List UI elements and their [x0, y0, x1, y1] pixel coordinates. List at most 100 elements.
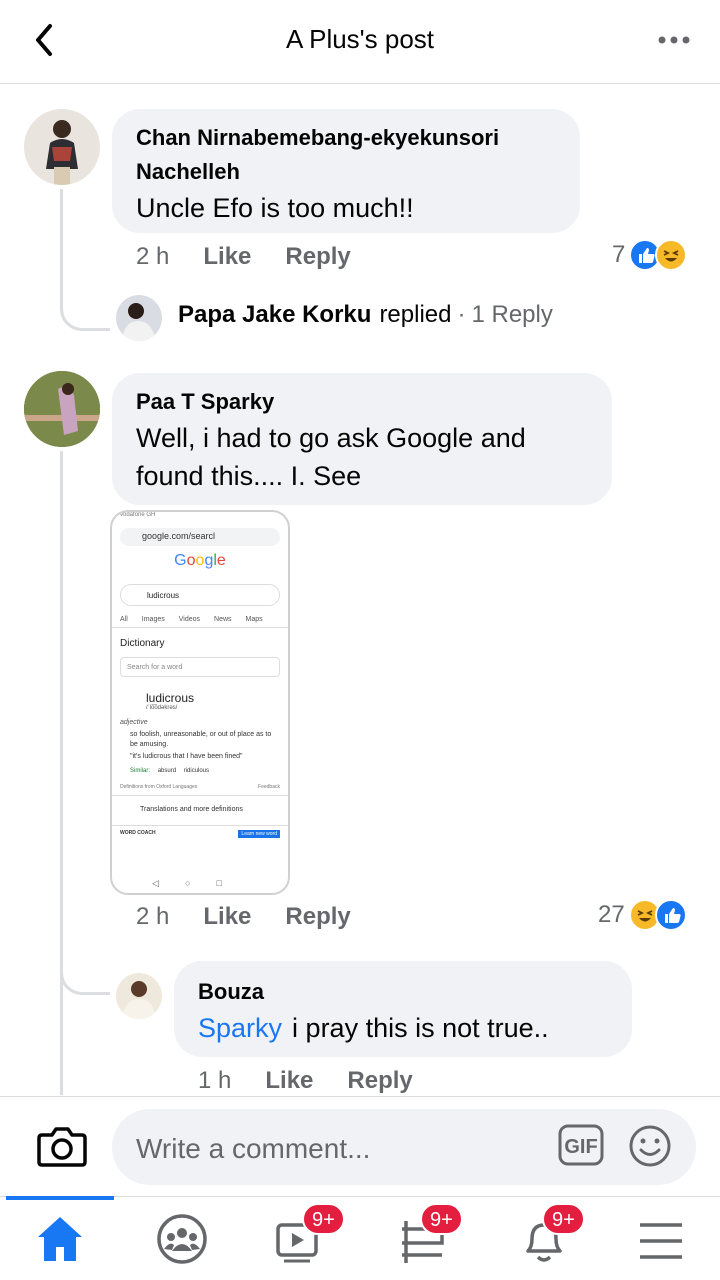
phone-nav-buttons: ◁○□ [152, 878, 248, 888]
similar-words: Similar: absurd ridiculous [112, 762, 288, 774]
comment-actions: 2 h Like Reply [136, 243, 385, 271]
tab-marketplace[interactable]: 9+ [394, 1203, 463, 1267]
person-photo-icon [122, 303, 156, 341]
dictionary-word: ludicrous [146, 691, 195, 705]
reaction-summary[interactable]: 27 [598, 899, 687, 931]
reaction-summary[interactable]: 7 [612, 239, 688, 271]
reply-count[interactable]: 1 Reply [471, 301, 552, 329]
comment-text-cont: found this.... I. See [136, 461, 362, 491]
ellipsis-icon [658, 36, 690, 44]
tab-notifications[interactable]: 9+ [514, 1203, 585, 1267]
person-photo-icon [46, 120, 78, 185]
feedback-label: Feedback [258, 784, 280, 790]
camera-icon [37, 1127, 87, 1167]
notification-badge: 9+ [420, 1203, 463, 1235]
learn-new-word-label: Learn new word [238, 830, 280, 838]
similar-label: Similar: [130, 768, 151, 774]
reply-button[interactable]: Reply [347, 1067, 412, 1095]
comment-composer: Write a comment... [0, 1096, 720, 1196]
word-coach: WORD COACH Learn new word [112, 826, 288, 840]
comments-list: Chan Nirnabemebang-ekyekunsori Nachelleh… [0, 85, 720, 1095]
replied-label: replied [379, 301, 452, 328]
tab-home[interactable] [30, 1211, 90, 1267]
comment-actions: 2 h Like Reply [136, 903, 385, 931]
comment-input[interactable]: Write a comment... [112, 1109, 696, 1185]
reply-text: i pray this is not true.. [292, 1013, 549, 1043]
search-tabs: All Images Videos News Maps [112, 612, 288, 628]
tab-menu[interactable] [632, 1211, 692, 1267]
status-bar: vodafone GH [120, 512, 156, 518]
reaction-count: 27 [598, 901, 625, 928]
tab-label: Videos [178, 616, 201, 623]
definition-source: Definitions from Oxford Languages Feedba… [112, 774, 288, 796]
url-bar: google.com/searcl [120, 528, 280, 546]
reply-time[interactable]: 1 h [198, 1067, 231, 1095]
comment-time[interactable]: 2 h [136, 243, 169, 271]
source-label: Definitions from Oxford Languages [120, 784, 198, 790]
comment-author[interactable]: Chan Nirnabemebang-ekyekunsori [136, 121, 558, 155]
tab-label: News [214, 616, 232, 623]
more-definitions: Translations and more definitions [112, 796, 288, 826]
notification-badge: 9+ [542, 1203, 585, 1235]
avatar[interactable] [24, 109, 100, 185]
avatar[interactable] [116, 295, 162, 341]
gif-button[interactable]: GIF [558, 1124, 604, 1166]
avatar[interactable] [24, 371, 100, 447]
page-title: A Plus's post [285, 24, 435, 54]
search-box: ludicrous [120, 584, 280, 606]
bottom-navigation: 9+ 9+ 9+ [0, 1196, 720, 1280]
reply-bubble[interactable]: Bouza Sparky i pray this is not true.. [174, 961, 632, 1057]
dictionary-search: Search for a word [120, 657, 280, 677]
reply-button[interactable]: Reply [285, 243, 350, 271]
tab-groups[interactable] [152, 1211, 212, 1267]
more-options-button[interactable] [656, 30, 692, 50]
comment-image-attachment[interactable]: vodafone GH google.com/searcl Google lud… [110, 510, 290, 895]
comment-author[interactable]: Paa T Sparky [136, 385, 590, 419]
comment-bubble[interactable]: Chan Nirnabemebang-ekyekunsori Nachelleh… [112, 109, 580, 233]
tab-label: All [120, 616, 128, 623]
comment-text: Well, i had to go ask Google and [136, 423, 526, 453]
reaction-count: 7 [612, 241, 626, 268]
word-coach-label: WORD COACH [120, 830, 156, 836]
groups-icon [157, 1214, 207, 1264]
reply-author[interactable]: Bouza [198, 975, 610, 1009]
smiley-icon [629, 1125, 671, 1167]
part-of-speech: adjective [120, 719, 148, 726]
comment-text: Uncle Efo is too much!! [136, 193, 414, 223]
emoji-button[interactable] [628, 1124, 672, 1168]
gif-icon: GIF [558, 1124, 604, 1166]
home-icon [38, 1217, 82, 1261]
like-button[interactable]: Like [203, 243, 251, 271]
gif-label: GIF [564, 1136, 597, 1158]
reply-button[interactable]: Reply [285, 903, 350, 931]
tab-label: Maps [245, 616, 263, 623]
person-photo-icon [122, 981, 156, 1019]
thread-connector [60, 275, 110, 331]
example: "it's ludicrous that I have been fined" [130, 753, 243, 760]
comment-time[interactable]: 2 h [136, 903, 169, 931]
replies-summary[interactable]: Papa Jake Korku replied · 1 Reply [178, 301, 553, 329]
definition: so foolish, unreasonable, or out of plac… [130, 731, 272, 748]
similar-word: ridiculous [183, 768, 210, 774]
dictionary-heading: Dictionary [120, 638, 165, 649]
comment-bubble[interactable]: Paa T Sparky Well, i had to go ask Googl… [112, 373, 612, 505]
reply-author[interactable]: Papa Jake Korku [178, 301, 371, 329]
thread-connector [60, 925, 110, 995]
reply-separator: · [457, 301, 466, 328]
notification-badge: 9+ [302, 1203, 345, 1235]
mention-link[interactable]: Sparky [198, 1013, 282, 1043]
tab-label: Images [141, 616, 165, 623]
like-reaction-icon [654, 899, 687, 931]
avatar[interactable] [116, 973, 162, 1019]
hamburger-menu-icon [640, 1223, 682, 1259]
tab-watch[interactable]: 9+ [270, 1203, 345, 1267]
reply-actions: 1 h Like Reply [198, 1067, 447, 1095]
camera-button[interactable] [36, 1123, 88, 1169]
haha-reaction-icon [655, 239, 688, 271]
person-photo-icon [24, 371, 100, 447]
comment-author-cont[interactable]: Nachelleh [136, 155, 558, 189]
like-button[interactable]: Like [265, 1067, 313, 1095]
top-bar: A Plus's post [0, 0, 720, 84]
similar-word: absurd [157, 768, 177, 774]
like-button[interactable]: Like [203, 903, 251, 931]
